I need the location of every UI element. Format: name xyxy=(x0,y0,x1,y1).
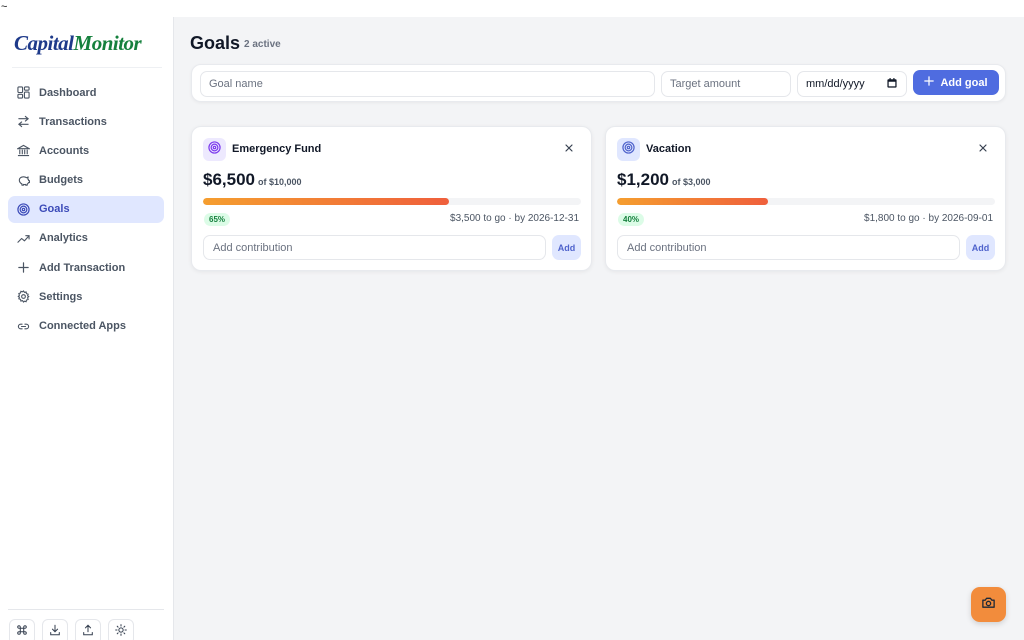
add-goal-button[interactable]: Add goal xyxy=(913,70,999,95)
sidebar-item-accounts[interactable]: Accounts xyxy=(8,137,164,164)
command-icon xyxy=(16,623,28,640)
new-goal-form: Goal name Target amount mm/dd/yyyy Add g… xyxy=(191,64,1006,102)
link-icon xyxy=(16,319,30,333)
goal-name: Vacation xyxy=(646,143,692,155)
sidebar-item-settings[interactable]: Settings xyxy=(8,283,164,310)
brand-part-1: Capital xyxy=(14,31,74,55)
contribution-input[interactable]: Add contribution xyxy=(617,235,960,260)
add-goal-label: Add goal xyxy=(940,76,988,89)
add-contribution-button[interactable]: Add xyxy=(966,235,995,260)
contribution-placeholder: Add contribution xyxy=(627,241,707,254)
goal-current-amount: $1,200 xyxy=(617,170,669,189)
add-contribution-button[interactable]: Add xyxy=(552,235,581,260)
upload-icon xyxy=(82,623,94,640)
piggy-bank-icon xyxy=(16,173,30,187)
sidebar-item-transactions[interactable]: Transactions xyxy=(8,108,164,135)
transfer-arrows-icon xyxy=(16,115,30,129)
calendar-icon[interactable] xyxy=(887,77,897,91)
trend-up-icon xyxy=(16,231,30,245)
camera-icon xyxy=(981,595,996,615)
theme-sun-icon xyxy=(115,623,127,640)
brand-part-2: Monitor xyxy=(73,31,142,55)
sidebar-item-budgets[interactable]: Budgets xyxy=(8,167,164,194)
target-icon xyxy=(622,140,635,159)
command-button[interactable] xyxy=(9,619,35,640)
sidebar-item-label: Dashboard xyxy=(39,86,97,99)
brand-logo[interactable]: CapitalMonitor xyxy=(14,31,142,56)
sidebar-bottom-divider xyxy=(8,609,164,610)
sidebar-item-label: Accounts xyxy=(39,144,90,157)
theme-toggle-button[interactable] xyxy=(108,619,134,640)
goal-icon-badge xyxy=(203,138,226,161)
gear-icon xyxy=(16,290,30,304)
download-icon xyxy=(49,623,61,640)
goal-percent-badge: 65% xyxy=(204,213,231,226)
goal-percent-badge: 40% xyxy=(618,213,645,226)
contribution-input[interactable]: Add contribution xyxy=(203,235,546,260)
sidebar-item-connected-apps[interactable]: Connected Apps xyxy=(8,313,164,340)
goal-card: Vacation $1,200 of $3,000 40% $1,800 to … xyxy=(605,126,1006,271)
page-title: Goals xyxy=(190,33,241,53)
goal-name: Emergency Fund xyxy=(232,143,322,155)
logo-divider xyxy=(12,67,162,68)
download-button[interactable] xyxy=(42,619,68,640)
sidebar-item-label: Budgets xyxy=(39,174,83,187)
goal-target-amount: of $10,000 xyxy=(258,177,302,187)
goal-card: Emergency Fund $6,500 of $10,000 65% $3,… xyxy=(191,126,592,271)
sidebar-item-analytics[interactable]: Analytics xyxy=(8,225,164,252)
remove-goal-icon[interactable] xyxy=(563,141,575,153)
sidebar: CapitalMonitor Dashboard Transactions Ac… xyxy=(0,17,174,640)
sidebar-item-label: Add Transaction xyxy=(39,261,126,274)
goal-icon-badge xyxy=(617,138,640,161)
goal-progress-track xyxy=(203,198,581,205)
sidebar-item-dashboard[interactable]: Dashboard xyxy=(8,79,164,106)
screenshot-button[interactable] xyxy=(971,587,1006,622)
add-contribution-label: Add xyxy=(971,242,990,253)
top-strip: ~ xyxy=(0,0,1024,17)
target-icon xyxy=(208,140,221,159)
goal-target-amount: of $3,000 xyxy=(672,177,711,187)
sidebar-item-label: Analytics xyxy=(39,232,88,245)
sidebar-nav: Dashboard Transactions Accounts Budgets … xyxy=(8,79,164,342)
sidebar-item-label: Connected Apps xyxy=(39,320,126,332)
goal-remaining-meta: $1,800 to go · by 2026-09-01 xyxy=(864,213,993,224)
sidebar-tools xyxy=(9,619,134,640)
sidebar-item-label: Settings xyxy=(39,290,83,303)
active-count: 2 active xyxy=(244,39,281,50)
bank-icon xyxy=(16,144,30,158)
goal-progress-fill xyxy=(617,198,769,205)
target-amount-placeholder: Target amount xyxy=(670,78,741,90)
contribution-placeholder: Add contribution xyxy=(213,241,293,254)
plus-icon xyxy=(924,76,935,89)
plus-icon xyxy=(16,261,30,275)
dashboard-grid-icon xyxy=(16,86,30,100)
target-amount-input[interactable]: Target amount xyxy=(661,71,791,97)
sidebar-item-add-transaction[interactable]: Add Transaction xyxy=(8,254,164,281)
remove-goal-icon[interactable] xyxy=(977,141,989,153)
goal-remaining-meta: $3,500 to go · by 2026-12-31 xyxy=(450,213,579,224)
sidebar-item-label: Goals xyxy=(39,203,70,216)
upload-button[interactable] xyxy=(75,619,101,640)
date-placeholder: mm/dd/yyyy xyxy=(806,78,865,90)
sidebar-item-label: Transactions xyxy=(39,115,107,128)
sidebar-item-goals[interactable]: Goals xyxy=(8,195,164,223)
goal-name-input[interactable]: Goal name xyxy=(200,71,655,97)
goal-progress-track xyxy=(617,198,995,205)
goal-progress-fill xyxy=(203,198,449,205)
target-icon xyxy=(16,202,30,216)
tilde-text: ~ xyxy=(1,1,8,13)
goal-current-amount: $6,500 xyxy=(203,170,255,189)
target-date-input[interactable]: mm/dd/yyyy xyxy=(797,71,907,97)
goal-name-placeholder: Goal name xyxy=(209,78,263,90)
add-contribution-label: Add xyxy=(557,242,576,253)
